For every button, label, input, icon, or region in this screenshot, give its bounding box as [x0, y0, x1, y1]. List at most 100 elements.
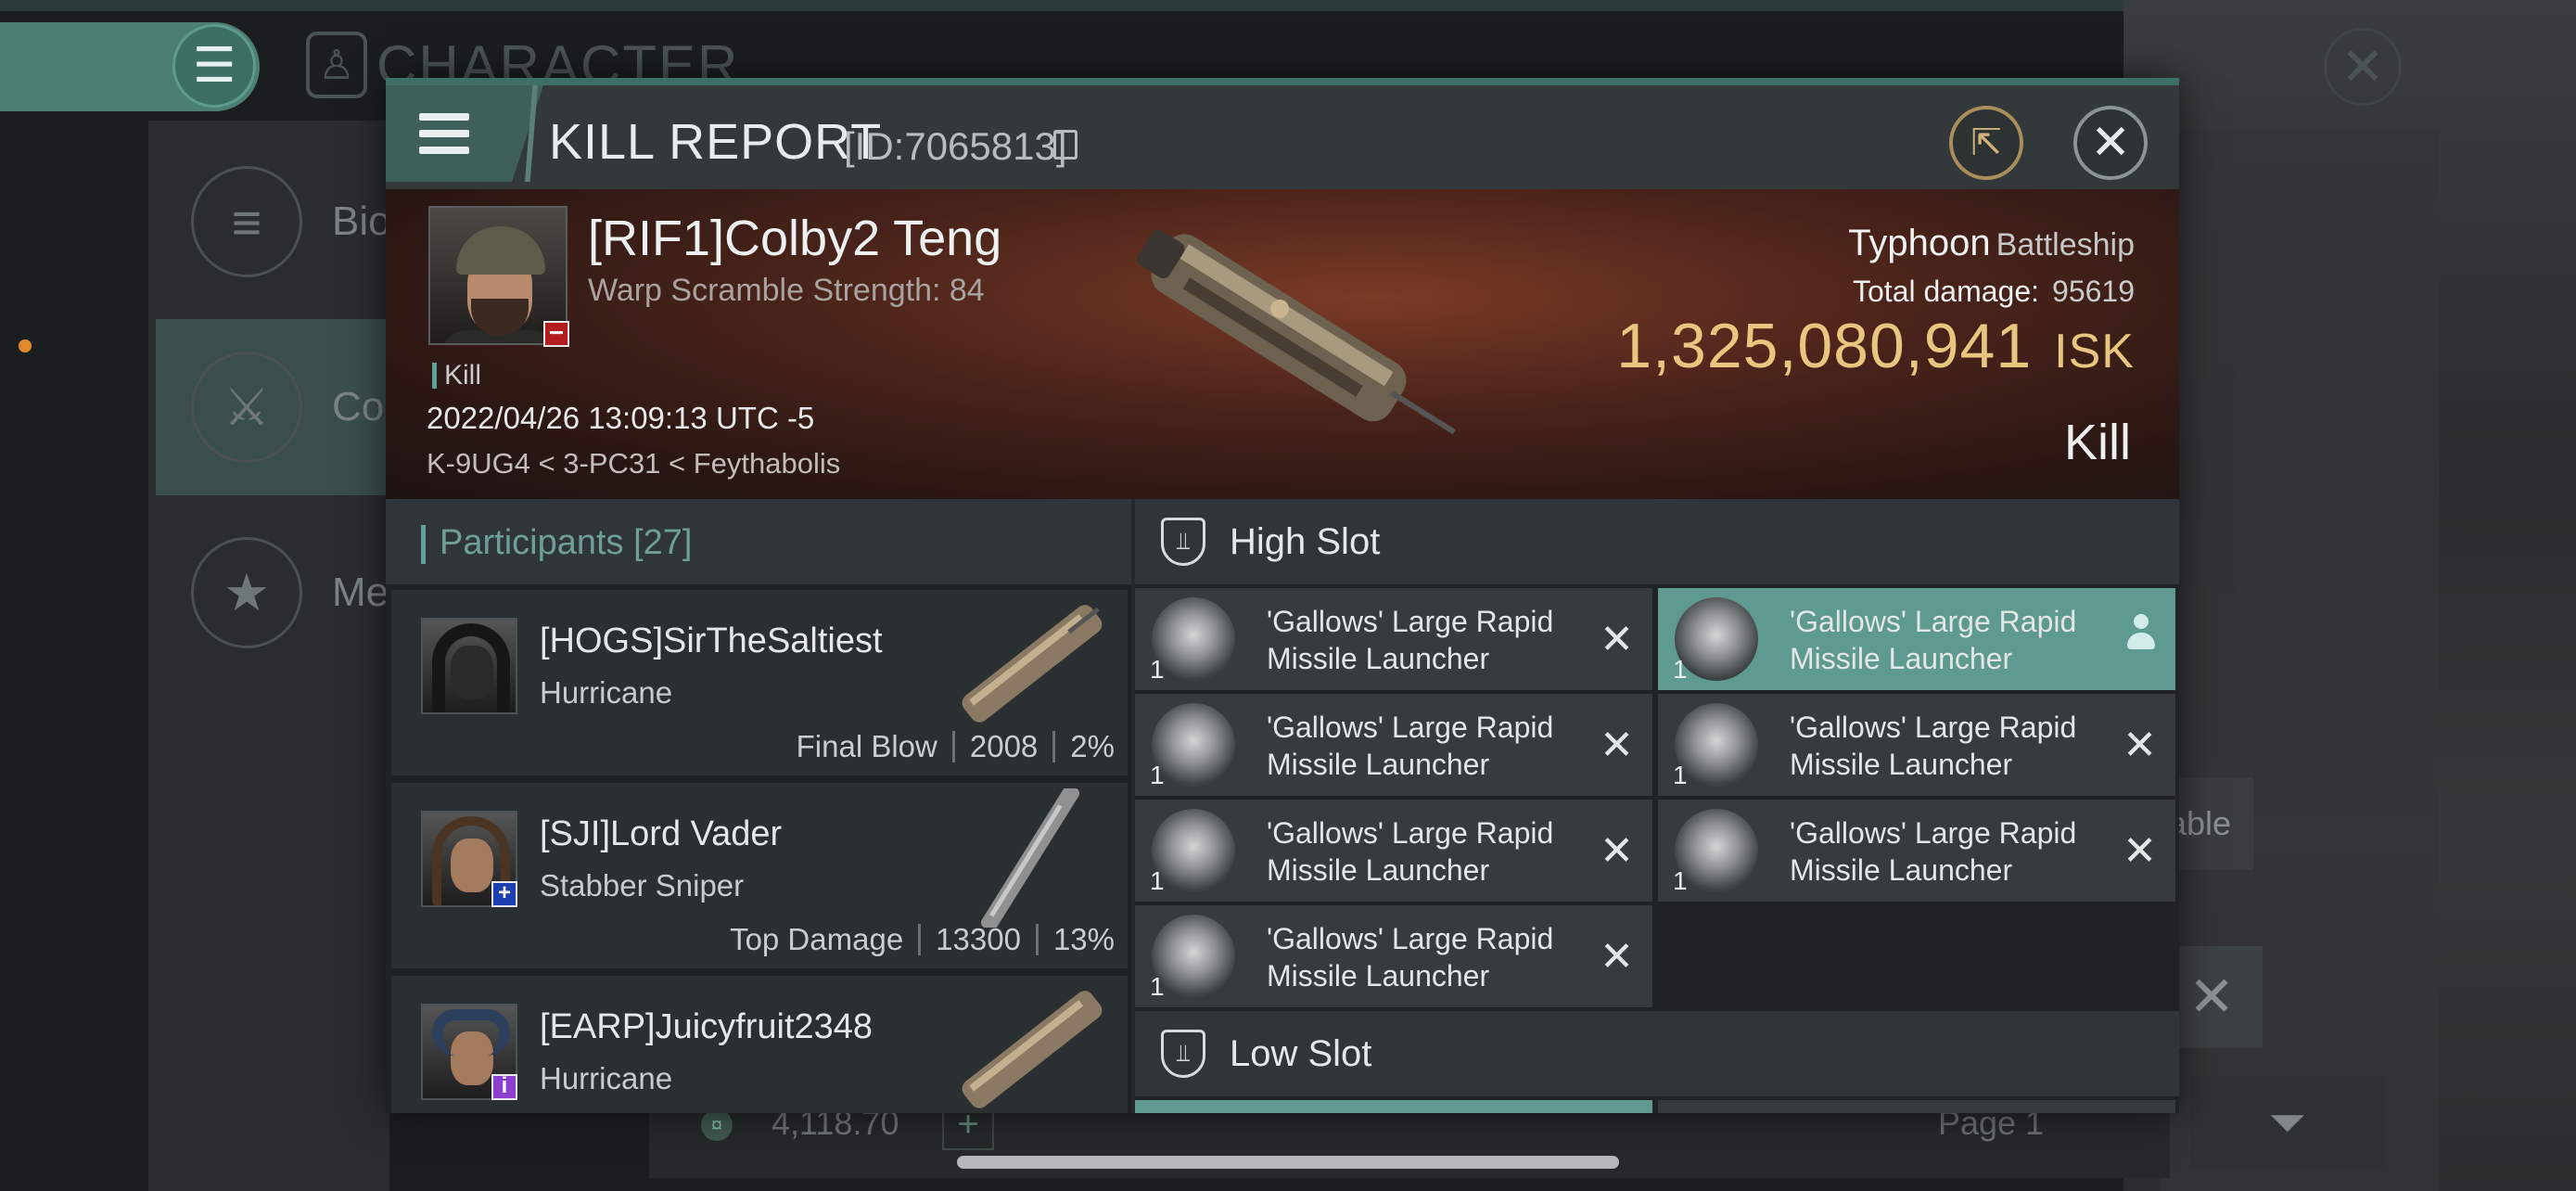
- participants-header: Participants [27]: [386, 499, 1131, 584]
- destroyed-icon: ✕: [2123, 723, 2157, 768]
- participant-ship-image: [962, 605, 1103, 723]
- participant-name: [EARP]Juicyfruit2348: [540, 1007, 874, 1046]
- sidebar-item-combat[interactable]: ⚔ Co: [156, 319, 388, 495]
- copy-icon[interactable]: [1053, 130, 1078, 160]
- sidebar-item-medals[interactable]: ★ Me: [156, 505, 389, 681]
- victim-name[interactable]: [RIF1]Colby2 Teng: [588, 210, 1001, 267]
- high-slot-title: High Slot: [1230, 521, 1381, 562]
- warp-scramble-strength: Warp Scramble Strength: 84: [588, 273, 985, 308]
- module-quantity: 1: [1150, 655, 1165, 684]
- destroyed-icon: ✕: [1600, 828, 1634, 874]
- sidebar-item-label: Me: [332, 570, 389, 615]
- module-name: 'Gallows' Large Rapid Missile Launcher: [1790, 711, 2077, 781]
- kill-datetime: 2022/04/26 13:09:13 UTC -5: [427, 401, 815, 435]
- menu-icon: ☰: [192, 39, 236, 93]
- kill-tag: Kill: [432, 360, 481, 391]
- module-name: 'Gallows' Large Rapid Missile Launcher: [1267, 816, 1554, 887]
- kill-tag-label: Kill: [444, 360, 482, 391]
- destroyed-icon: ✕: [1600, 934, 1634, 980]
- module-slot[interactable]: 1 'Gallows' Large Rapid Missile Launcher …: [1135, 905, 1652, 1007]
- participant-ship: Hurricane: [540, 1061, 673, 1095]
- wrench-icon: ✕: [2187, 966, 2236, 1028]
- destroyed-icon: ✕: [1600, 617, 1634, 662]
- participant-percent: 13%: [1052, 922, 1115, 956]
- low-slot-title: Low Slot: [1230, 1033, 1372, 1074]
- high-slot-icon: ⫫: [1161, 518, 1205, 566]
- victim-ship[interactable]: Typhoon Battleship: [1848, 223, 2135, 264]
- filter-icon: ⏷: [2269, 1095, 2306, 1148]
- participant-row[interactable]: i [EARP]Juicyfruit2348 Hurricane: [391, 976, 1128, 1113]
- modal-top-accent: [386, 78, 2179, 85]
- victim-ship-image[interactable]: [1100, 217, 1489, 458]
- character-icon: ♙: [306, 32, 367, 98]
- module-slot[interactable]: 1 'Gallows' Large Rapid Missile Launcher …: [1135, 800, 1652, 902]
- sidebar-item-label: Co: [332, 384, 385, 429]
- destroyed-icon: ✕: [2123, 828, 2157, 874]
- ship-name: Typhoon: [1848, 223, 1991, 263]
- participant-ship-image: [962, 991, 1103, 1108]
- filter-button[interactable]: ⏷: [2190, 1076, 2385, 1169]
- background-close-button[interactable]: ✕: [2324, 28, 2402, 106]
- total-damage-value: 95619: [2052, 275, 2135, 308]
- module-slot[interactable]: 1 'Gallows' Large Rapid Missile Launcher …: [1135, 694, 1652, 796]
- list-icon: ≡: [191, 166, 302, 277]
- close-icon: ✕: [2340, 37, 2385, 96]
- notification-dot: [19, 339, 32, 352]
- module-slot[interactable]: 1 'Gallows' Large Rapid Missile Launcher …: [1658, 800, 2175, 902]
- module-name: 'Gallows' Large Rapid Missile Launcher: [1267, 922, 1554, 992]
- participant-row[interactable]: + [SJI]Lord Vader Stabber Sniper Top Dam…: [391, 783, 1128, 968]
- total-damage: Total damage: 95619: [1853, 275, 2135, 309]
- participant-avatar[interactable]: [421, 618, 517, 714]
- participant-ship: Stabber Sniper: [540, 868, 745, 903]
- victim-banner: − [RIF1]Colby2 Teng Warp Scramble Streng…: [386, 189, 2179, 499]
- module-slot[interactable]: 1 'Gallows' Large Rapid Missile Launcher …: [1658, 694, 2175, 796]
- kill-location[interactable]: K-9UG4 < 3-PC31 < Feythabolis: [427, 447, 840, 480]
- module-quantity: 1: [1150, 972, 1165, 1001]
- participant-name: [HOGS]SirTheSaltiest: [540, 621, 883, 660]
- module-name: 'Gallows' Large Rapid Missile Launcher: [1267, 711, 1554, 781]
- module-quantity: 1: [1150, 866, 1165, 895]
- participant-damage: 13300: [936, 922, 1021, 956]
- close-icon: ✕: [2090, 116, 2131, 170]
- person-icon: [2127, 614, 2155, 655]
- background-menu-button[interactable]: ☰: [172, 24, 256, 108]
- modal-menu-button[interactable]: [386, 85, 543, 182]
- low-slot-icon: ⫫: [1161, 1030, 1205, 1078]
- total-damage-label: Total damage:: [1853, 275, 2040, 308]
- module-slot-partial[interactable]: [1658, 1100, 2175, 1113]
- module-slot-dropped[interactable]: 1 'Gallows' Large Rapid Missile Launcher: [1658, 588, 2175, 690]
- participant-stats: Final Blow 2008 2%: [797, 729, 1115, 764]
- modal-title: KILL REPORT: [549, 114, 883, 170]
- home-indicator: [957, 1156, 1619, 1169]
- participant-damage: 2008: [969, 729, 1039, 763]
- high-slot-header: ⫫ High Slot: [1135, 499, 2179, 584]
- star-icon: ★: [191, 537, 302, 648]
- module-slot[interactable]: 1 'Gallows' Large Rapid Missile Launcher …: [1135, 588, 1652, 690]
- fitting-slots-panel: ⫫ High Slot 1 'Gallows' Large Rapid Missi…: [1135, 499, 2179, 1113]
- share-button[interactable]: ⇱: [1949, 106, 2023, 180]
- module-name: 'Gallows' Large Rapid Missile Launcher: [1790, 816, 2077, 887]
- kill-id: [ID:7065813]: [844, 124, 1067, 168]
- kill-report-modal: KILL REPORT [ID:7065813] ⇱ ✕ − [RIF1]Col…: [386, 78, 2179, 1113]
- participant-role: Final Blow: [796, 729, 937, 763]
- modal-header: KILL REPORT [ID:7065813] ⇱ ✕: [386, 85, 2179, 189]
- low-slot-header: ⫫ Low Slot: [1135, 1011, 2179, 1096]
- hamburger-icon: [419, 113, 469, 154]
- standing-negative-badge: −: [543, 320, 569, 347]
- participants-count: [27]: [633, 523, 693, 562]
- ship-class: Battleship: [1996, 227, 2135, 263]
- modal-close-button[interactable]: ✕: [2073, 106, 2148, 180]
- external-link-icon: ⇱: [1970, 122, 2002, 163]
- module-quantity: 1: [1673, 655, 1688, 684]
- participant-name: [SJI]Lord Vader: [540, 814, 783, 853]
- module-name: 'Gallows' Large Rapid Missile Launcher: [1790, 605, 2077, 675]
- sidebar-item-bio[interactable]: ≡ Bio: [156, 134, 391, 310]
- participant-percent: 2%: [1070, 729, 1115, 763]
- module-quantity: 1: [1673, 866, 1688, 895]
- participant-row[interactable]: [HOGS]SirTheSaltiest Hurricane Final Blo…: [391, 590, 1128, 775]
- isk-unit: ISK: [2054, 325, 2135, 378]
- isk-amount: 1,325,080,941: [1616, 311, 2033, 381]
- module-slot-partial[interactable]: [1135, 1100, 1652, 1113]
- info-badge: i: [491, 1074, 517, 1100]
- module-quantity: 1: [1673, 761, 1688, 789]
